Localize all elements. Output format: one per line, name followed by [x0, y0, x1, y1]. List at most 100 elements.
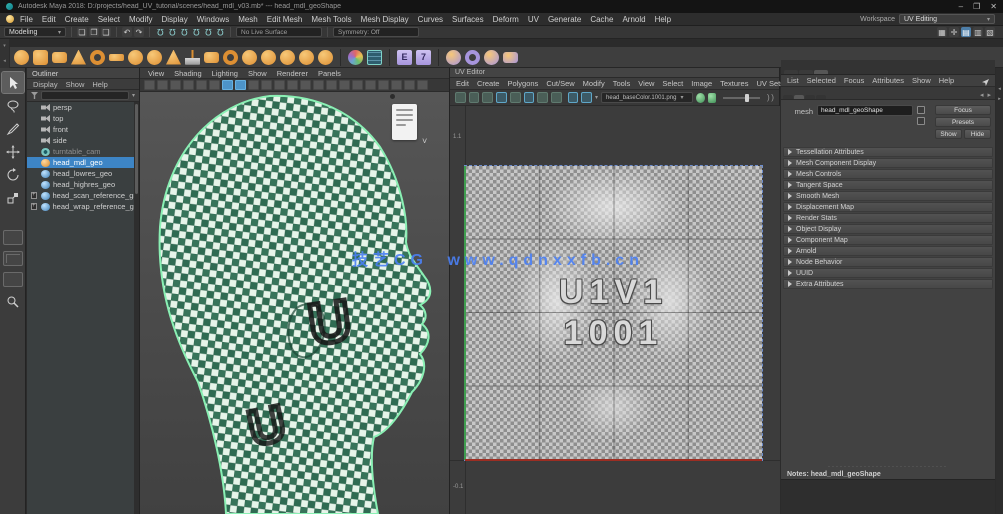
ae-menu-item[interactable]: Show	[912, 76, 931, 85]
menu-grip[interactable]	[144, 80, 155, 90]
uv-texture-selector[interactable]: head_baseColor.1001.png▾	[601, 92, 693, 103]
bonus-torus[interactable]	[465, 50, 480, 65]
chevron-down-icon[interactable]: ˅	[422, 136, 427, 146]
poly-platonic-solid[interactable]	[147, 50, 162, 65]
shadows[interactable]	[391, 80, 402, 90]
node-tab[interactable]	[783, 95, 793, 99]
uv-menu-item[interactable]: Tools	[613, 79, 631, 88]
viewport-canvas[interactable]: U U ˅	[140, 92, 450, 514]
outliner-item[interactable]: + side	[27, 135, 139, 146]
menu-item[interactable]: Arnold	[622, 15, 645, 24]
menu-item[interactable]: UV	[528, 15, 539, 24]
shelf-tool-icon[interactable]	[438, 49, 439, 66]
viewport-menu-item[interactable]: Lighting	[212, 69, 238, 78]
poly-pipe[interactable]	[223, 50, 238, 65]
statusline-icon[interactable]: ↷	[134, 27, 144, 37]
image-plane[interactable]	[209, 80, 220, 90]
show-button[interactable]: Show	[935, 129, 962, 139]
resolution-gate[interactable]	[261, 80, 272, 90]
attribute-section-header[interactable]: Extra Attributes	[783, 279, 993, 289]
floating-note-card[interactable]	[392, 104, 417, 140]
select-tool-icon[interactable]	[2, 72, 24, 93]
select-camera[interactable]	[157, 80, 168, 90]
attribute-section-header[interactable]: Render Stats	[783, 213, 993, 223]
snap-magnet-icon[interactable]	[215, 27, 225, 37]
safe-action[interactable]	[300, 80, 311, 90]
screen-space-ao[interactable]	[404, 80, 415, 90]
svg-tool[interactable]: 7	[416, 50, 431, 65]
presets-button[interactable]: Presets	[935, 117, 991, 127]
viewport-menu-item[interactable]: Panels	[318, 69, 341, 78]
outliner-menu-item[interactable]: Help	[92, 80, 107, 89]
node-tab[interactable]	[805, 95, 815, 99]
outliner-menu-item[interactable]: Show	[66, 80, 85, 89]
uv-menu-item[interactable]: Edit	[456, 79, 469, 88]
attribute-section-header[interactable]: Component Map	[783, 235, 993, 245]
snap-magnet-icon[interactable]	[167, 27, 177, 37]
uv-optimize-icon[interactable]	[510, 92, 521, 103]
lasso-tool-icon[interactable]	[2, 95, 24, 116]
uv-texture-toggle-icon[interactable]	[568, 92, 579, 103]
camera-attributes[interactable]	[183, 80, 194, 90]
uv-dim-slider[interactable]	[723, 97, 760, 99]
poly-cone[interactable]	[71, 50, 86, 65]
menu-item[interactable]: Display	[162, 15, 188, 24]
sidebar-toggle-icon[interactable]: ▦	[937, 27, 947, 37]
ae-menu-item[interactable]: Help	[939, 76, 954, 85]
menu-item[interactable]: Modify	[129, 15, 153, 24]
uv-distortion-icon[interactable]	[537, 92, 548, 103]
outliner-item[interactable]: + head_highres_geo	[27, 179, 139, 190]
poly-sphere[interactable]	[14, 50, 29, 65]
type-tool[interactable]: E	[397, 50, 412, 65]
hide-button[interactable]: Hide	[964, 129, 991, 139]
poly-torus[interactable]	[90, 50, 105, 65]
sidebar-toggle-icon[interactable]: ▥	[973, 27, 983, 37]
focus-button[interactable]: Focus	[935, 105, 991, 115]
attribute-section-header[interactable]: Object Display	[783, 224, 993, 234]
move-tool-icon[interactable]	[2, 141, 24, 162]
poly-plane[interactable]	[109, 54, 124, 61]
snap-magnet-icon[interactable]	[155, 27, 165, 37]
uv-menu-item[interactable]: Select	[662, 79, 683, 88]
attribute-section-header[interactable]: Arnold	[783, 246, 993, 256]
snap-magnet-icon[interactable]	[203, 27, 213, 37]
shelf-tool-icon[interactable]	[340, 49, 341, 66]
collapse-left-icon[interactable]: ◂	[998, 86, 1001, 92]
outliner-item[interactable]: + head_mdl_geo	[27, 157, 139, 168]
outliner-search-input[interactable]	[41, 91, 129, 100]
node-tab[interactable]	[816, 95, 826, 99]
poly-cube[interactable]	[33, 50, 48, 65]
sidebar-toggle-icon[interactable]: ▧	[985, 27, 995, 37]
motion-blur[interactable]	[417, 80, 428, 90]
uv-grab-icon[interactable]	[455, 92, 466, 103]
ae-menu-item[interactable]: Selected	[807, 76, 836, 85]
ae-menu-item[interactable]: Attributes	[872, 76, 904, 85]
live-surface-field[interactable]: No Live Surface	[236, 27, 322, 37]
sidebar-toggle-icon[interactable]: ▤	[961, 27, 971, 37]
menu-item[interactable]: Mesh Display	[361, 15, 409, 24]
gate-mask[interactable]	[274, 80, 285, 90]
notes-splitter[interactable]: ······························	[781, 464, 995, 470]
layout-single-pane-button[interactable]	[3, 230, 23, 245]
use-default-material[interactable]	[378, 80, 389, 90]
tab-scroll-arrows[interactable]: ◂ ▸	[980, 91, 992, 99]
head-model[interactable]: U U	[140, 92, 450, 514]
minimize-button[interactable]: –	[959, 2, 963, 11]
shelf-tool-icon[interactable]	[389, 49, 390, 66]
field-chart[interactable]	[287, 80, 298, 90]
menu-item[interactable]: Deform	[493, 15, 519, 24]
outliner-item[interactable]: + top	[27, 113, 139, 124]
rotate-tool-icon[interactable]	[2, 164, 24, 185]
statusline-icon[interactable]: ❐	[89, 27, 99, 37]
poly-soccer-ball[interactable]	[280, 50, 295, 65]
bonus-curve-pen[interactable]	[446, 50, 461, 65]
workspace-selector[interactable]: UV Editing▾	[899, 14, 995, 24]
outliner-item[interactable]: + persp	[27, 102, 139, 113]
statusline-icon[interactable]: ↶	[122, 27, 132, 37]
symmetry-field[interactable]: Symmetry: Off	[333, 27, 419, 37]
node-tab[interactable]	[794, 95, 804, 99]
textured[interactable]	[365, 80, 376, 90]
two-d-pan-zoom[interactable]	[222, 80, 233, 90]
ae-menu-item[interactable]: List	[787, 76, 799, 85]
expand-icon[interactable]: +	[31, 192, 37, 199]
